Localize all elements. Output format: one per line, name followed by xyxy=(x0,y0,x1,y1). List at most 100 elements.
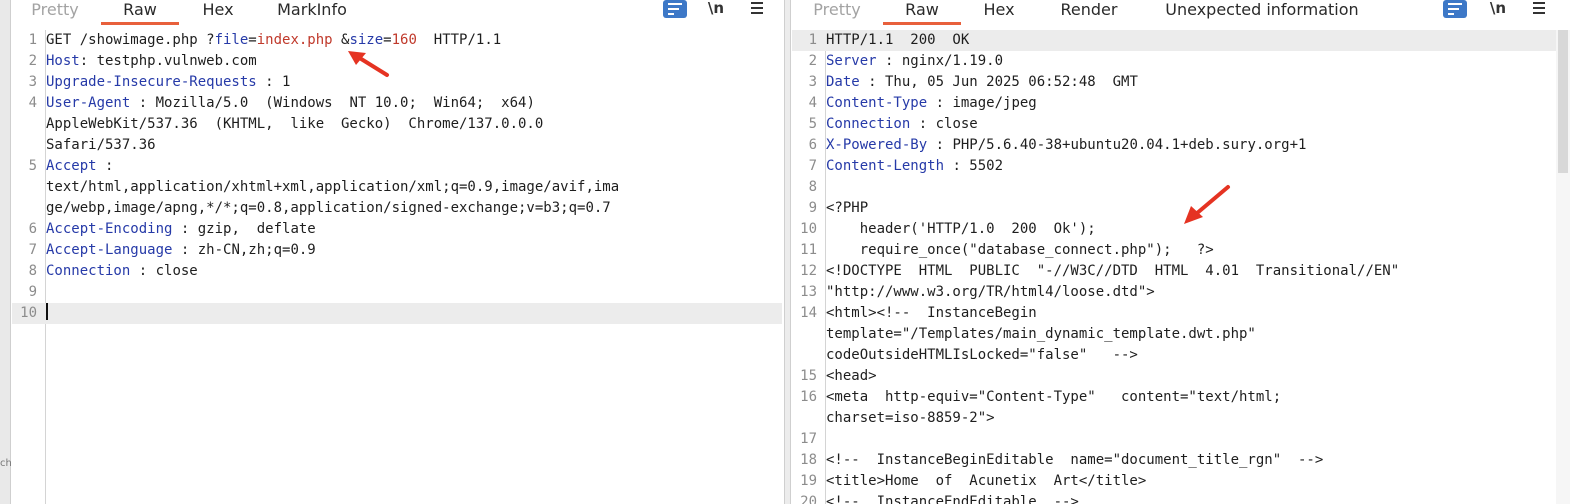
code-line[interactable]: 19 <title>Home of Acunetix Art</title> xyxy=(792,471,1570,492)
code-line[interactable]: 14 <html><!-- InstanceBegin xyxy=(792,303,1570,324)
line-number: 8 xyxy=(28,263,37,279)
code-text: require_once("database_connect.php"); ?> xyxy=(826,240,1214,261)
newline-toggle-icon[interactable]: \n xyxy=(704,0,728,18)
code-text: HTTP/1.1 200 OK xyxy=(826,30,969,51)
code-line[interactable]: 7 Accept-Language : zh-CN,zh;q=0.9 xyxy=(12,240,784,261)
response-tab-render[interactable]: Render xyxy=(1050,0,1128,25)
code-line[interactable]: 13 "http://www.w3.org/TR/html4/loose.dtd"… xyxy=(792,282,1570,303)
request-tab-hex[interactable]: Hex xyxy=(190,0,246,25)
code-line[interactable]: 3 Date : Thu, 05 Jun 2025 06:52:48 GMT xyxy=(792,72,1570,93)
code-line[interactable]: 7 Content-Length : 5502 xyxy=(792,156,1570,177)
code-line[interactable]: 1 HTTP/1.1 200 OK xyxy=(792,30,1570,51)
code-token: : image/jpeg xyxy=(927,95,1037,111)
hamburger-menu-icon[interactable] xyxy=(745,0,769,18)
header-key: Date xyxy=(826,74,860,90)
code-line[interactable]: AppleWebKit/537.36 (KHTML, like Gecko) C… xyxy=(12,114,784,135)
header-key: X-Powered-By xyxy=(826,137,928,153)
code-text: Host: testphp.vulnweb.com xyxy=(46,51,257,72)
line-number: 11 xyxy=(800,242,817,258)
code-line[interactable]: 17 xyxy=(792,429,1570,450)
code-line[interactable]: Safari/537.36 xyxy=(12,135,784,156)
line-number: 12 xyxy=(800,263,817,279)
code-line[interactable]: 15 <head> xyxy=(792,366,1570,387)
code-token: <!DOCTYPE HTML PUBLIC "-//W3C//DTD HTML … xyxy=(826,263,1400,279)
code-text: <!DOCTYPE HTML PUBLIC "-//W3C//DTD HTML … xyxy=(826,261,1399,282)
code-line[interactable]: charset=iso-8859-2"> xyxy=(792,408,1570,429)
code-token: : 1 xyxy=(256,74,291,90)
response-tab-pretty[interactable]: Pretty xyxy=(804,0,870,25)
code-text: "http://www.w3.org/TR/html4/loose.dtd"> xyxy=(826,282,1155,303)
header-key: Accept xyxy=(46,158,97,174)
code-line[interactable]: 10 xyxy=(12,303,782,324)
newline-toggle-icon[interactable]: \n xyxy=(1486,0,1510,18)
code-token: header('HTTP/1.0 200 Ok'); xyxy=(826,221,1096,237)
line-number: 14 xyxy=(800,305,817,321)
hamburger-menu-icon[interactable] xyxy=(1527,0,1551,18)
code-line[interactable]: 2 Host: testphp.vulnweb.com xyxy=(12,51,784,72)
response-editor[interactable]: 1 HTTP/1.1 200 OK 2 Server : nginx/1.19.0 3 D… xyxy=(792,30,1570,504)
code-line[interactable]: 2 Server : nginx/1.19.0 xyxy=(792,51,1570,72)
code-line[interactable]: 12 <!DOCTYPE HTML PUBLIC "-//W3C//DTD HTM… xyxy=(792,261,1570,282)
code-token: : 5502 xyxy=(944,158,1004,174)
code-line[interactable]: text/html,application/xhtml+xml,applicat… xyxy=(12,177,784,198)
code-line[interactable]: 8 Connection : close xyxy=(12,261,784,282)
code-line[interactable]: codeOutsideHTMLIsLocked="false" --> xyxy=(792,345,1570,366)
code-line[interactable]: 9 xyxy=(12,282,784,303)
pane-splitter[interactable] xyxy=(784,0,791,504)
request-editor[interactable]: 1 GET /showimage.php ?file=index.php &siz… xyxy=(12,30,784,504)
code-line[interactable]: 20 <!-- InstanceEndEditable --> xyxy=(792,492,1570,504)
line-number: 15 xyxy=(800,368,817,384)
request-tab-raw[interactable]: Raw xyxy=(101,0,179,25)
code-token: <meta http-equiv="Content-Type" content=… xyxy=(826,389,1282,405)
wrap-lines-icon[interactable] xyxy=(663,0,687,18)
code-line[interactable]: ge/webp,image/apng,*/*;q=0.8,application… xyxy=(12,198,784,219)
code-token: : zh-CN,zh;q=0.9 xyxy=(172,242,316,258)
line-number: 3 xyxy=(28,74,37,90)
header-key: Content-Type xyxy=(826,95,928,111)
line-number: 10 xyxy=(800,221,817,237)
code-token: : close xyxy=(910,116,978,132)
code-line[interactable]: 6 Accept-Encoding : gzip, deflate xyxy=(12,219,784,240)
code-line[interactable]: 4 User-Agent : Mozilla/5.0 (Windows NT 10… xyxy=(12,93,784,114)
param-value: index.php xyxy=(256,32,333,48)
code-line[interactable]: template="/Templates/main_dynamic_templa… xyxy=(792,324,1570,345)
line-number: 3 xyxy=(808,74,817,90)
scrollbar-thumb[interactable] xyxy=(1558,30,1568,173)
code-text: codeOutsideHTMLIsLocked="false" --> xyxy=(826,345,1138,366)
code-token: charset=iso-8859-2"> xyxy=(826,410,995,426)
code-text: <head> xyxy=(826,366,877,387)
line-number: 13 xyxy=(800,284,817,300)
code-line[interactable]: 16 <meta http-equiv="Content-Type" conten… xyxy=(792,387,1570,408)
code-line[interactable]: 1 GET /showimage.php ?file=index.php &siz… xyxy=(12,30,784,51)
code-line[interactable]: 11 require_once("database_connect.php");… xyxy=(792,240,1570,261)
line-number: 5 xyxy=(808,116,817,132)
header-key: Host xyxy=(46,53,80,69)
code-text: Connection : close xyxy=(46,261,198,282)
code-text: text/html,application/xhtml+xml,applicat… xyxy=(46,177,619,198)
code-token: : nginx/1.19.0 xyxy=(876,53,1004,69)
header-key: Server xyxy=(826,53,877,69)
response-tab-unexpected-information[interactable]: Unexpected information xyxy=(1158,0,1366,25)
code-text: Server : nginx/1.19.0 xyxy=(826,51,1003,72)
code-line[interactable]: 6 X-Powered-By : PHP/5.6.40-38+ubuntu20.0… xyxy=(792,135,1570,156)
response-tab-hex[interactable]: Hex xyxy=(972,0,1026,25)
code-token: GET /showimage.php ? xyxy=(46,32,215,48)
request-tab-pretty[interactable]: Pretty xyxy=(22,0,88,25)
wrap-lines-icon[interactable] xyxy=(1443,0,1467,18)
code-line[interactable]: 18 <!-- InstanceBeginEditable name="docum… xyxy=(792,450,1570,471)
code-line[interactable]: 5 Accept : xyxy=(12,156,784,177)
param-key: file xyxy=(214,32,249,48)
header-key: Connection xyxy=(826,116,911,132)
code-line[interactable]: 4 Content-Type : image/jpeg xyxy=(792,93,1570,114)
response-scrollbar[interactable] xyxy=(1556,30,1570,504)
request-tab-markinfo[interactable]: MarkInfo xyxy=(268,0,356,25)
response-tab-raw[interactable]: Raw xyxy=(883,0,961,25)
code-token: <!-- InstanceEndEditable --> xyxy=(826,494,1079,504)
code-text: Accept-Language : zh-CN,zh;q=0.9 xyxy=(46,240,316,261)
code-text: Upgrade-Insecure-Requests : 1 xyxy=(46,72,290,93)
code-line[interactable]: 3 Upgrade-Insecure-Requests : 1 xyxy=(12,72,784,93)
code-token: require_once("database_connect.php"); ?> xyxy=(826,242,1214,258)
code-text: Connection : close xyxy=(826,114,978,135)
code-line[interactable]: 5 Connection : close xyxy=(792,114,1570,135)
header-key: Accept-Encoding xyxy=(46,221,173,237)
